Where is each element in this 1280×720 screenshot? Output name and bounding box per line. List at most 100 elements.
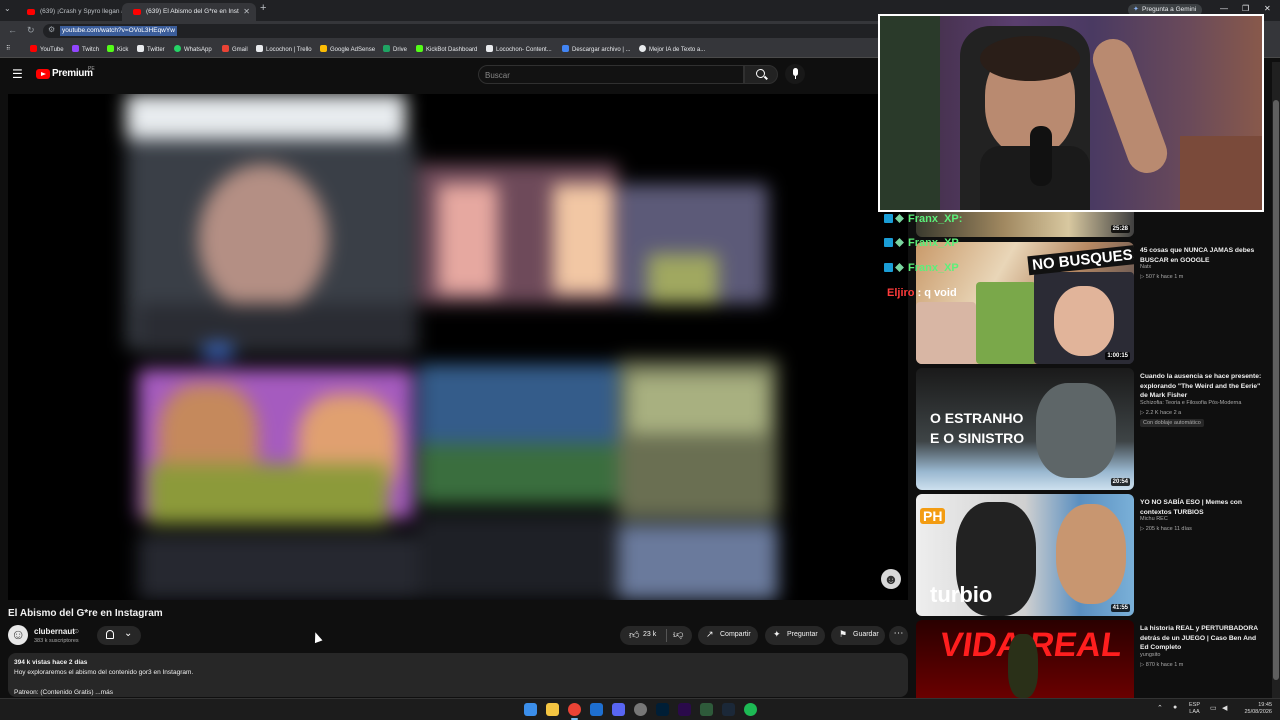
rec-title[interactable]: Cuando la ausencia se hace presente: exp… — [1140, 372, 1264, 401]
video-player[interactable] — [8, 94, 908, 600]
voice-search-mic-icon[interactable] — [785, 64, 805, 84]
thumb-face — [1036, 383, 1116, 478]
chat-badge-icon — [895, 263, 904, 272]
search-button[interactable] — [744, 65, 778, 84]
chrome-icon[interactable] — [568, 703, 581, 720]
rec-channel[interactable]: Michu REC — [1140, 516, 1168, 522]
channel-name[interactable]: clubernaut — [34, 627, 75, 636]
rec-title[interactable]: 45 cosas que NUNCA JAMAS debes BUSCAR en… — [1140, 246, 1264, 265]
channel-avatar[interactable] — [8, 625, 28, 645]
omnibox[interactable]: ⚙ youtube.com/watch?v=OVoL3HEqwYw — [43, 24, 883, 38]
apps-grid-icon[interactable]: ⠿ — [6, 45, 10, 52]
search-input[interactable] — [485, 69, 735, 81]
keyboard-language[interactable]: ESP LAA — [1189, 702, 1200, 716]
smiley-face-icon[interactable]: ☻ — [881, 569, 901, 589]
more-actions-icon[interactable]: ⋯ — [889, 626, 908, 645]
plant-area — [880, 16, 940, 210]
bell-icon — [106, 630, 114, 639]
video-thumbnail[interactable]: O ESTRANHO E O SINISTRO 20:54 — [916, 368, 1134, 490]
tray-chevron-up-icon[interactable]: ⌃ — [1157, 704, 1163, 712]
menu-icon[interactable]: ☰ — [12, 67, 23, 81]
youtube-logo-icon[interactable] — [36, 69, 50, 79]
youtube-favicon-icon — [27, 9, 35, 15]
recommendation-item[interactable]: PH turbio 41:55 YO NO SABÍA ESO | Memes … — [916, 494, 1272, 616]
trello-icon — [256, 45, 263, 52]
tray-volume-icon[interactable]: ◀ — [1222, 704, 1227, 712]
excel-icon[interactable] — [700, 703, 713, 716]
rec-title[interactable]: La historia REAL y PERTURBADORA detrás d… — [1140, 624, 1264, 653]
like-count[interactable]: 23 k — [643, 631, 656, 638]
file-explorer-icon[interactable] — [546, 703, 559, 716]
bookmark-drive[interactable]: Drive — [383, 45, 407, 53]
obs-icon[interactable] — [634, 703, 647, 716]
description-more[interactable]: Patreon: (Contenido Gratis) ...más — [14, 689, 113, 696]
share-button[interactable]: ↗ Compartir — [698, 626, 758, 645]
steam-icon[interactable] — [722, 703, 735, 716]
discord-icon[interactable] — [612, 703, 625, 716]
bookmark-trello[interactable]: Locochon | Trello — [256, 45, 312, 53]
maximize-icon[interactable]: ❐ — [1242, 4, 1249, 13]
notification-bell-button[interactable]: ⌄ — [97, 626, 141, 645]
close-tab-icon[interactable]: ✕ — [243, 7, 250, 16]
bookmark-download[interactable]: Descargar archivo | ... — [562, 45, 631, 53]
url-text[interactable]: youtube.com/watch?v=OVoL3HEqwYw — [60, 26, 177, 36]
sparkle-icon: ✦ — [773, 629, 781, 639]
page-scrollbar-thumb[interactable] — [1273, 100, 1279, 680]
bookmark-gmail[interactable]: Gmail — [222, 45, 248, 53]
search-box[interactable] — [478, 65, 744, 84]
new-tab-plus-icon[interactable]: + — [260, 2, 266, 14]
like-thumb-icon[interactable]: 👍︎ — [629, 629, 639, 641]
site-info-icon[interactable]: ⚙ — [48, 25, 55, 34]
windows-start-icon[interactable] — [524, 703, 537, 716]
adsense-icon — [320, 45, 327, 52]
trello-app-icon[interactable] — [590, 703, 603, 716]
video-thumbnail[interactable]: VIDA REAL — [916, 620, 1134, 698]
bookmark-content[interactable]: Locochon- Content... — [486, 45, 552, 53]
video-thumbnail[interactable]: NO BUSQUES... 1:00:15 — [916, 242, 1134, 364]
browser-tab-active[interactable]: (639) El Abismo del G*re en Inst ✕ — [122, 3, 256, 21]
thumb-person-2 — [1056, 504, 1126, 604]
thumb-face-1 — [916, 302, 976, 364]
reload-icon[interactable]: ↻ — [27, 25, 35, 36]
recommendation-item[interactable]: NO BUSQUES... 1:00:15 45 cosas que NUNCA… — [916, 242, 1272, 364]
bookmark-whatsapp[interactable]: WhatsApp — [174, 45, 212, 53]
rec-channel[interactable]: Natx — [1140, 264, 1151, 270]
dislike-thumb-icon[interactable]: 👍︎ — [673, 629, 683, 641]
bookmark-twitch[interactable]: Twitch — [72, 45, 99, 53]
video-thumbnail[interactable]: PH turbio 41:55 — [916, 494, 1134, 616]
premiere-icon[interactable] — [678, 703, 691, 716]
ask-button[interactable]: ✦ Preguntar — [765, 626, 825, 645]
search-icon — [756, 69, 765, 78]
minimize-icon[interactable]: — — [1220, 4, 1228, 13]
youtube-icon — [30, 45, 37, 52]
description-box[interactable]: 394 k vistas hace 2 días Hoy exploraremo… — [8, 653, 908, 697]
x-twitter-icon — [137, 45, 144, 52]
bookmark-adsense[interactable]: Google AdSense — [320, 45, 375, 53]
system-clock[interactable]: 19:45 25/08/2026 — [1238, 702, 1272, 716]
chat-badge-icon — [884, 263, 893, 272]
rec-channel[interactable]: Schizofia: Teoria e Filosofia Pós-Modern… — [1140, 400, 1241, 406]
close-window-icon[interactable]: ✕ — [1264, 4, 1271, 13]
rec-title[interactable]: YO NO SABÍA ESO | Memes con contextos TU… — [1140, 498, 1264, 517]
recommendation-item[interactable]: O ESTRANHO E O SINISTRO 20:54 Cuando la … — [916, 368, 1272, 490]
youtube-premium-logo-text[interactable]: Premium — [52, 68, 93, 79]
photoshop-icon[interactable] — [656, 703, 669, 716]
youtube-favicon-icon — [133, 9, 141, 15]
bookmark-ia[interactable]: Mejor IA de Texto a... — [639, 45, 705, 53]
back-arrow-icon[interactable]: ← — [8, 25, 17, 35]
recommendation-item[interactable]: 25:28 — [916, 212, 1272, 240]
tray-display-icon[interactable]: ▭ — [1210, 704, 1217, 712]
streamer-webcam-overlay — [878, 14, 1264, 212]
recommendation-item[interactable]: VIDA REAL La historia REAL y PERTURBADOR… — [916, 620, 1272, 698]
tray-mic-icon[interactable]: ● — [1173, 704, 1177, 711]
save-button[interactable]: ⚑ Guardar — [831, 626, 885, 645]
chat-badge-icon — [895, 238, 904, 247]
bookmark-kickbot[interactable]: KickBot Dashboard — [416, 45, 477, 53]
tab-search-chevron-icon[interactable]: ⌄ — [4, 4, 11, 13]
bookmark-kick[interactable]: Kick — [107, 45, 128, 53]
rec-channel[interactable]: yungsito — [1140, 652, 1161, 658]
bookmark-youtube[interactable]: YouTube — [30, 45, 64, 53]
bookmark-twitter[interactable]: Twitter — [137, 45, 165, 53]
spotify-icon[interactable] — [744, 703, 757, 716]
drive-icon — [383, 45, 390, 52]
